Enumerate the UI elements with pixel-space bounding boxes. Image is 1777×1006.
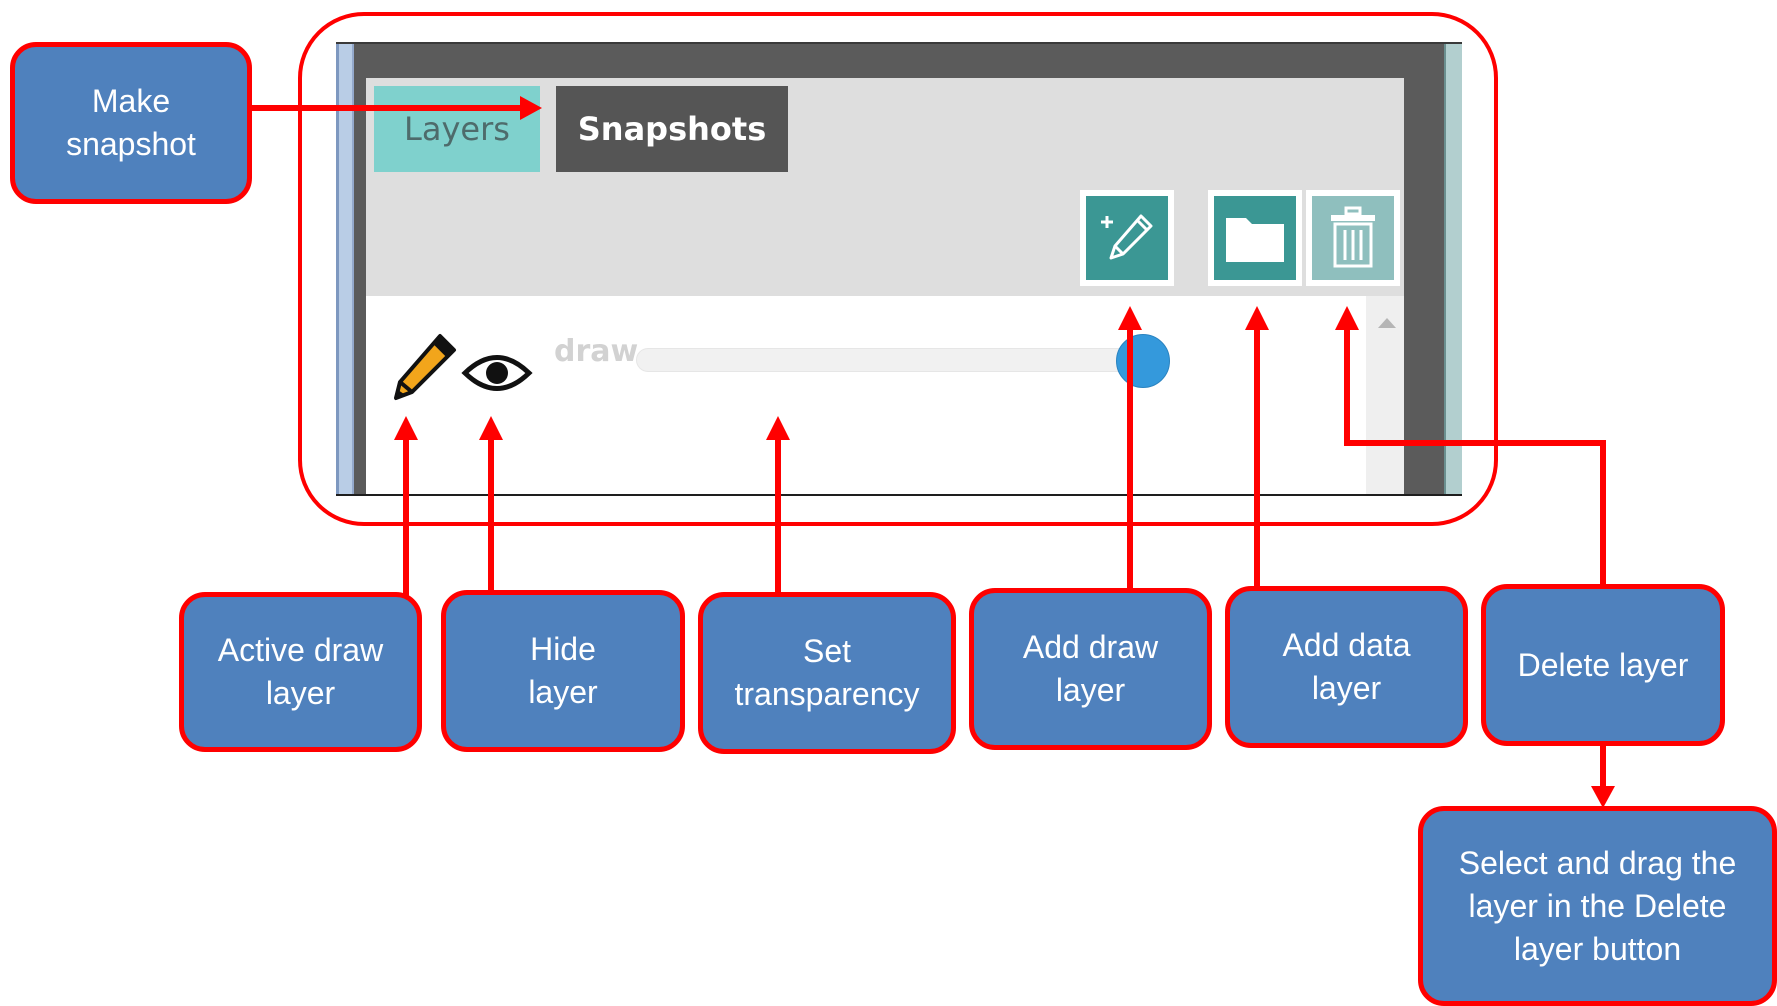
panel-left-rail: [336, 44, 354, 494]
callout-make-snapshot-text: Make snapshot: [66, 83, 196, 162]
layer-row[interactable]: draw: [366, 296, 1366, 416]
transparency-slider-thumb[interactable]: [1116, 334, 1170, 388]
callout-active-draw-layer-text: Active draw layer: [217, 632, 384, 711]
add-draw-layer-button[interactable]: [1080, 190, 1174, 286]
callout-hide-layer-text: Hide layer: [528, 631, 598, 710]
callout-add-draw-layer-text: Add draw layer: [1022, 629, 1159, 708]
callout-drag-to-delete: Select and drag the layer in the Delete …: [1418, 806, 1777, 1006]
tab-snapshots[interactable]: Snapshots: [556, 86, 788, 172]
folder-icon: [1226, 218, 1284, 262]
callout-hide-layer: Hide layer: [441, 590, 685, 752]
callout-drag-to-delete-text: Select and drag the layer in the Delete …: [1458, 844, 1737, 967]
callout-add-data-layer-text: Add data layer: [1282, 627, 1411, 706]
callout-delete-layer: Delete layer: [1481, 584, 1725, 746]
layer-list-scrollbar[interactable]: [1366, 296, 1404, 494]
layer-panel: Layers Snapshots draw: [336, 42, 1462, 496]
scroll-up-icon[interactable]: [1378, 318, 1396, 328]
tab-layers[interactable]: Layers: [374, 86, 540, 172]
callout-make-snapshot: Make snapshot: [10, 42, 252, 204]
pencil-icon[interactable]: [386, 332, 458, 404]
panel-content: Layers Snapshots draw: [366, 78, 1404, 494]
trash-icon: [1331, 206, 1375, 268]
callout-set-transparency: Set transparency: [698, 592, 956, 754]
layer-name: draw: [554, 334, 639, 369]
panel-right-rail: [1444, 44, 1462, 494]
delete-layer-button[interactable]: [1306, 190, 1400, 286]
callout-add-draw-layer: Add draw layer: [969, 588, 1212, 750]
layer-list: draw: [366, 296, 1366, 494]
callout-set-transparency-text: Set transparency: [734, 633, 920, 712]
eye-icon[interactable]: [461, 348, 533, 398]
callout-add-data-layer: Add data layer: [1225, 586, 1468, 748]
pencil-plus-icon: [1101, 214, 1153, 260]
callout-active-draw-layer: Active draw layer: [179, 592, 422, 752]
callout-delete-layer-text: Delete layer: [1517, 646, 1689, 683]
add-data-layer-button[interactable]: [1208, 190, 1302, 286]
transparency-slider[interactable]: [636, 348, 1136, 372]
